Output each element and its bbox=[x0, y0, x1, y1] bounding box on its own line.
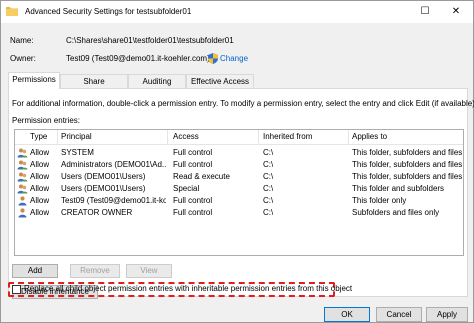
change-owner-link[interactable]: Change bbox=[220, 54, 248, 63]
row-type: Allow bbox=[30, 184, 50, 193]
tab-share[interactable]: Share bbox=[60, 74, 128, 89]
column-header-type[interactable]: Type bbox=[30, 132, 47, 141]
replace-child-permissions-checkbox[interactable] bbox=[12, 285, 21, 294]
apply-button[interactable]: Apply bbox=[426, 307, 468, 322]
row-applies-to: This folder, subfolders and files bbox=[352, 172, 463, 181]
name-value: C:\Shares\share01\testfolder01\testsubfo… bbox=[66, 36, 234, 45]
advanced-security-window: Advanced Security Settings for testsubfo… bbox=[0, 0, 474, 323]
row-type: Allow bbox=[30, 208, 50, 217]
row-access: Special bbox=[173, 184, 200, 193]
row-inherited-from: C:\ bbox=[263, 172, 274, 181]
remove-button[interactable]: Remove bbox=[70, 264, 120, 278]
row-principal: SYSTEM bbox=[61, 148, 94, 157]
title-bar[interactable]: Advanced Security Settings for testsubfo… bbox=[1, 1, 473, 23]
column-divider bbox=[258, 130, 259, 145]
column-divider bbox=[167, 130, 168, 145]
permissions-panel: For additional information, double-click… bbox=[8, 88, 474, 299]
owner-value: Test09 (Test09@demo01.it-koehler.com) bbox=[66, 54, 210, 63]
column-divider bbox=[348, 130, 349, 145]
dialog-content: Name: C:\Shares\share01\testfolder01\tes… bbox=[1, 23, 474, 323]
user-group-icon bbox=[17, 172, 28, 182]
row-inherited-from: C:\ bbox=[263, 148, 274, 157]
replace-child-permissions-row[interactable]: Replace all child object permission entr… bbox=[8, 282, 352, 297]
tab-auditing[interactable]: Auditing bbox=[128, 74, 186, 89]
row-principal: Test09 (Test09@demo01.it-ko... bbox=[61, 196, 166, 205]
row-inherited-from: C:\ bbox=[263, 208, 274, 217]
row-access: Full control bbox=[173, 148, 213, 157]
column-header-applies-to[interactable]: Applies to bbox=[352, 132, 387, 141]
row-type: Allow bbox=[30, 196, 50, 205]
owner-label: Owner: bbox=[10, 54, 36, 63]
table-row[interactable]: Allow CREATOR OWNER Full control C:\ Sub… bbox=[15, 207, 463, 219]
ok-button[interactable]: OK bbox=[324, 307, 370, 322]
row-access: Full control bbox=[173, 160, 213, 169]
user-group-icon bbox=[17, 160, 28, 170]
grid-header: Type Principal Access Inherited from App… bbox=[15, 130, 463, 145]
row-inherited-from: C:\ bbox=[263, 196, 274, 205]
row-principal: CREATOR OWNER bbox=[61, 208, 133, 217]
tab-permissions[interactable]: Permissions bbox=[8, 72, 60, 89]
permission-entries-label: Permission entries: bbox=[12, 116, 81, 125]
user-icon bbox=[17, 208, 28, 218]
user-icon bbox=[17, 196, 28, 206]
row-applies-to: This folder, subfolders and files bbox=[352, 160, 463, 169]
row-type: Allow bbox=[30, 172, 50, 181]
instructions-text: For additional information, double-click… bbox=[12, 99, 474, 108]
row-principal: Users (DEMO01\Users) bbox=[61, 184, 146, 193]
row-access: Read & execute bbox=[173, 172, 230, 181]
add-button[interactable]: Add bbox=[12, 264, 58, 278]
table-row[interactable]: Allow Test09 (Test09@demo01.it-ko... Ful… bbox=[15, 195, 463, 207]
column-header-inherited-from[interactable]: Inherited from bbox=[263, 132, 312, 141]
table-row[interactable]: Allow Administrators (DEMO01\Ad... Full … bbox=[15, 159, 463, 171]
column-divider bbox=[57, 130, 58, 145]
close-button[interactable]: ✕ bbox=[441, 1, 471, 23]
row-type: Allow bbox=[30, 148, 50, 157]
replace-child-permissions-label[interactable]: Replace all child object permission entr… bbox=[24, 284, 352, 293]
row-inherited-from: C:\ bbox=[263, 184, 274, 193]
column-header-access[interactable]: Access bbox=[173, 132, 199, 141]
cancel-button[interactable]: Cancel bbox=[376, 307, 422, 322]
row-access: Full control bbox=[173, 208, 213, 217]
row-applies-to: This folder, subfolders and files bbox=[352, 148, 463, 157]
folder-icon bbox=[6, 6, 18, 16]
row-type: Allow bbox=[30, 160, 50, 169]
row-inherited-from: C:\ bbox=[263, 160, 274, 169]
user-group-icon bbox=[17, 184, 28, 194]
shield-icon bbox=[208, 53, 218, 64]
window-title: Advanced Security Settings for testsubfo… bbox=[25, 7, 192, 16]
table-row[interactable]: Allow Users (DEMO01\Users) Special C:\ T… bbox=[15, 183, 463, 195]
row-principal: Users (DEMO01\Users) bbox=[61, 172, 146, 181]
user-group-icon bbox=[17, 148, 28, 158]
row-applies-to: This folder only bbox=[352, 196, 407, 205]
view-button[interactable]: View bbox=[126, 264, 172, 278]
row-applies-to: Subfolders and files only bbox=[352, 208, 440, 217]
permission-entries-grid[interactable]: Type Principal Access Inherited from App… bbox=[14, 129, 464, 256]
name-label: Name: bbox=[10, 36, 34, 45]
maximize-button[interactable]: ☐ bbox=[410, 1, 440, 23]
tab-effective-access[interactable]: Effective Access bbox=[186, 74, 254, 89]
table-row[interactable]: Allow SYSTEM Full control C:\ This folde… bbox=[15, 147, 463, 159]
table-row[interactable]: Allow Users (DEMO01\Users) Read & execut… bbox=[15, 171, 463, 183]
column-header-principal[interactable]: Principal bbox=[61, 132, 92, 141]
row-principal: Administrators (DEMO01\Ad... bbox=[61, 160, 166, 169]
row-applies-to: This folder and subfolders bbox=[352, 184, 445, 193]
row-access: Full control bbox=[173, 196, 213, 205]
